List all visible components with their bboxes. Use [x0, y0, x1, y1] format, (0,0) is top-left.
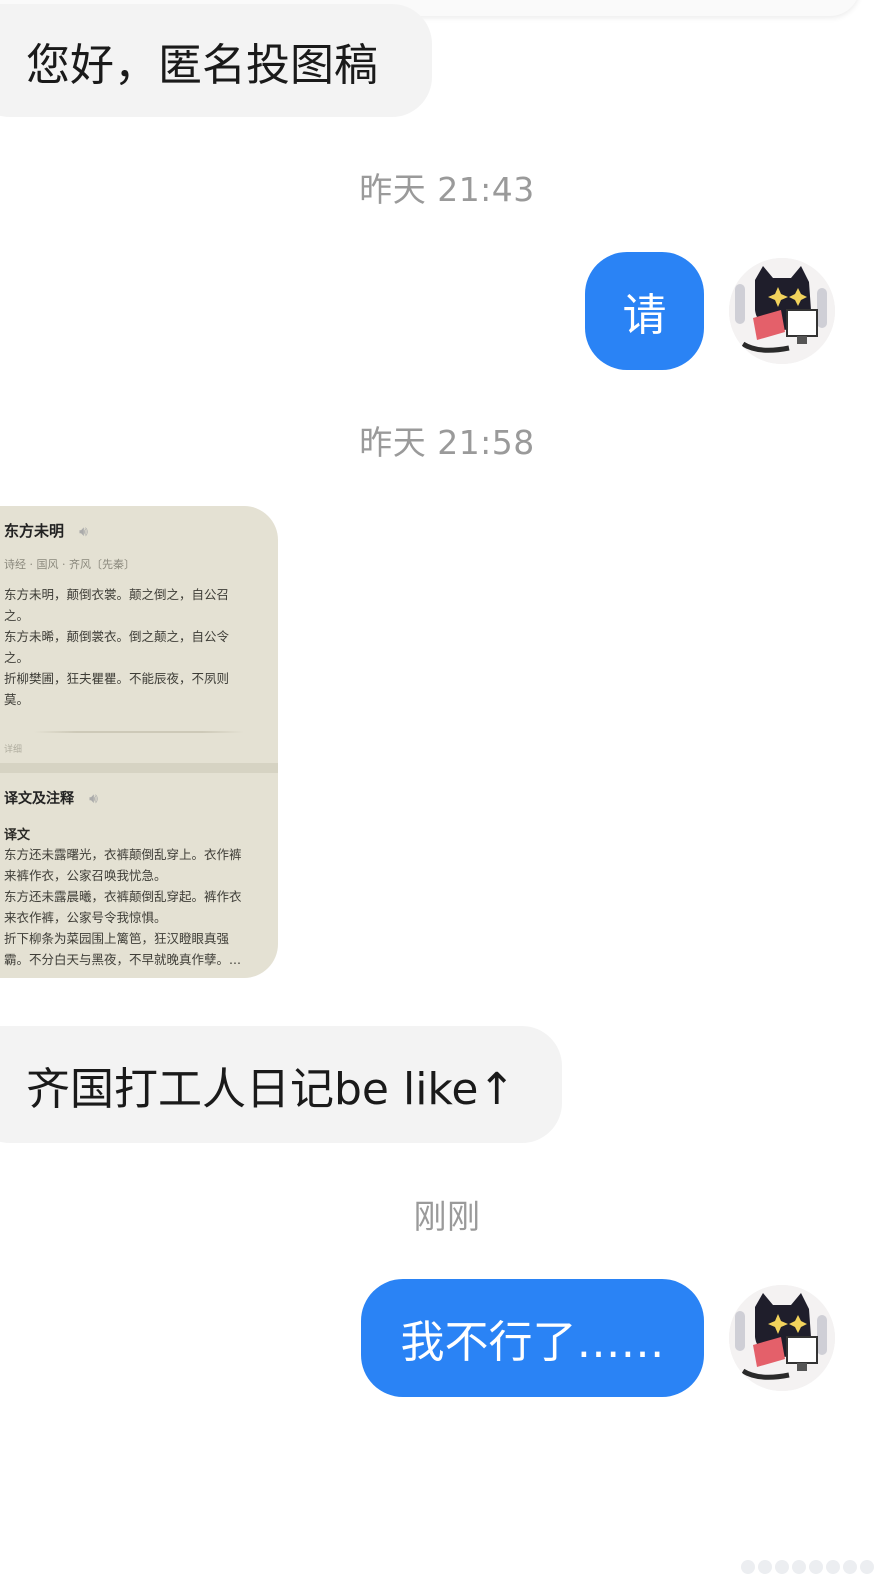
- poem-line: 折柳樊圃，狂夫瞿瞿。不能辰夜，不夙则: [4, 671, 230, 686]
- translation-line: 霸。不分白天与黑夜，不早就晚真作孽。...: [4, 952, 241, 967]
- translation-line: 来裤作衣，公家召唤我忧急。: [4, 868, 167, 883]
- poem-line: 东方未晞，颠倒裳衣。倒之颠之，自公令: [4, 629, 230, 644]
- poem-meta: 诗经 · 国风 · 齐风〔先秦〕: [4, 558, 135, 571]
- section-band: [0, 763, 278, 773]
- incoming-message-greeting[interactable]: 您好，匿名投图稿: [0, 4, 432, 117]
- cat-avatar-icon: [729, 1285, 835, 1391]
- outgoing-message-please[interactable]: 请: [585, 252, 704, 370]
- translation-body: 东方还未露曙光，衣裤颠倒乱穿上。衣作裤 来裤作衣，公家召唤我忧急。 东方还未露晨…: [4, 844, 264, 970]
- user-avatar[interactable]: [729, 1285, 835, 1391]
- translation-label: 译文: [4, 828, 31, 843]
- timestamp: 昨天 21:43: [359, 170, 535, 209]
- message-text: 您好，匿名投图稿: [26, 39, 378, 91]
- speaker-icon: 🔊︎: [89, 791, 98, 807]
- incoming-message-caption[interactable]: 齐国打工人日记be like↑: [0, 1026, 562, 1143]
- outgoing-message-cant-take-it[interactable]: 我不行了……: [361, 1279, 704, 1397]
- user-avatar[interactable]: [729, 258, 835, 364]
- poem-divider: [34, 731, 244, 733]
- timestamp: 昨天 21:58: [359, 423, 535, 462]
- poem-body: 东方未明，颠倒衣裳。颠之倒之，自公召 之。 东方未晞，颠倒裳衣。倒之颠之，自公令…: [4, 584, 264, 710]
- message-text: 请: [622, 290, 667, 341]
- cat-avatar-icon: [729, 258, 835, 364]
- incoming-image-poem-screenshot[interactable]: 东方未明 🔊︎ 诗经 · 国风 · 齐风〔先秦〕 东方未明，颠倒衣裳。颠之倒之，…: [0, 506, 278, 978]
- message-text: 齐国打工人日记be like↑: [26, 1063, 516, 1115]
- translation-line: 东方还未露晨曦，衣裤颠倒乱穿起。裤作衣: [4, 889, 242, 904]
- translation-line: 来衣作裤，公家号令我惊惧。: [4, 910, 167, 925]
- translation-title: 译文及注释: [4, 791, 74, 807]
- timestamp: 刚刚: [413, 1197, 481, 1236]
- translation-line: 东方还未露曙光，衣裤颠倒乱穿上。衣作裤: [4, 847, 242, 862]
- poem-line: 之。: [4, 650, 30, 665]
- poem-small-note: 详细: [4, 745, 23, 755]
- poem-line: 之。: [4, 608, 30, 623]
- poem-title: 东方未明: [4, 522, 65, 540]
- speaker-icon: 🔊︎: [79, 524, 88, 540]
- poem-line: 东方未明，颠倒衣裳。颠之倒之，自公召: [4, 587, 230, 602]
- poem-line: 莫。: [4, 692, 30, 707]
- message-text: 我不行了……: [400, 1317, 665, 1368]
- watermark-strip: [694, 1555, 874, 1579]
- translation-line: 折下柳条为菜园围上篱笆，狂汉瞪眼真强: [4, 931, 230, 946]
